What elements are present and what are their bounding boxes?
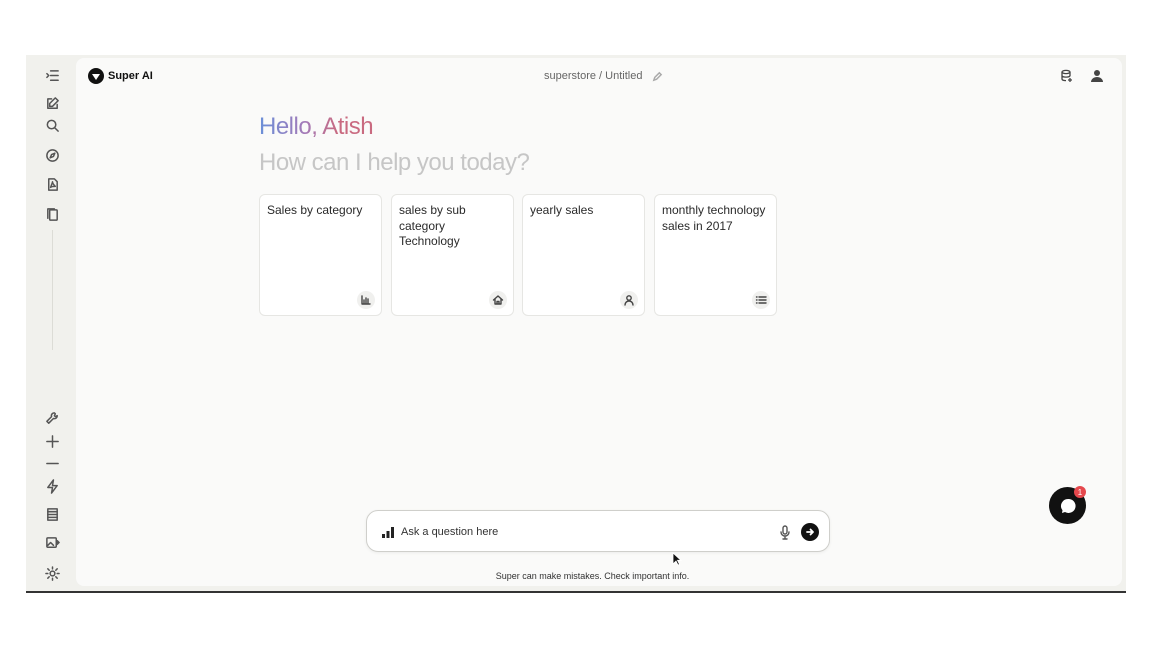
suggestion-label: yearly sales	[530, 203, 594, 217]
suggestion-card[interactable]: monthly technology sales in 2017	[654, 194, 777, 316]
sidebar-rail	[26, 55, 76, 591]
disclaimer-text: Super can make mistakes. Check important…	[495, 571, 690, 581]
sidebar-divider	[52, 230, 53, 350]
suggestion-label: Sales by category	[267, 203, 363, 217]
main-panel: Super AI superstore / Untitled Hello, At…	[76, 58, 1122, 586]
pdf-file-icon[interactable]	[43, 175, 61, 193]
image-export-icon[interactable]	[43, 533, 61, 551]
app-logo[interactable]: Super AI	[88, 68, 153, 84]
suggestion-card[interactable]: sales by sub category Technology	[391, 194, 514, 316]
breadcrumb-text: superstore / Untitled	[544, 70, 643, 82]
copy-icon[interactable]	[43, 205, 61, 223]
wrench-icon[interactable]	[43, 409, 61, 427]
plus-icon[interactable]	[43, 432, 61, 450]
microphone-icon	[780, 524, 790, 540]
microphone-button[interactable]	[777, 523, 793, 541]
suggestion-card[interactable]: Sales by category	[259, 194, 382, 316]
ask-question-input[interactable]	[401, 521, 771, 543]
app-name: Super AI	[108, 70, 153, 82]
ask-bar	[366, 510, 830, 552]
logo-mark-icon	[88, 68, 104, 84]
breadcrumb[interactable]: superstore / Untitled	[544, 70, 663, 82]
person-icon	[620, 291, 638, 309]
database-add-icon[interactable]	[1059, 68, 1075, 84]
suggestion-label: sales by sub category Technology	[399, 203, 466, 248]
table-icon[interactable]	[43, 505, 61, 523]
suggestion-label: monthly technology sales in 2017	[662, 203, 766, 233]
mouse-cursor-icon	[672, 552, 682, 566]
list-icon	[752, 291, 770, 309]
search-icon[interactable]	[43, 116, 61, 134]
explore-icon[interactable]	[43, 146, 61, 164]
home-icon	[489, 291, 507, 309]
new-chat-icon[interactable]	[43, 94, 61, 112]
notification-badge: 1	[1074, 486, 1086, 498]
edit-pencil-icon[interactable]	[652, 71, 663, 82]
chat-bubble-icon	[1060, 498, 1076, 513]
collapse-sidebar-icon[interactable]	[43, 66, 61, 84]
minus-icon[interactable]	[43, 454, 61, 472]
settings-icon[interactable]	[43, 564, 61, 582]
bar-chart-icon	[357, 291, 375, 309]
user-profile-icon[interactable]	[1089, 68, 1105, 84]
arrow-right-icon	[806, 528, 814, 536]
signal-bars-icon	[382, 527, 394, 538]
greeting-heading: Hello, Atish	[259, 113, 374, 140]
app-window: Super AI superstore / Untitled Hello, At…	[26, 55, 1126, 593]
help-subheading: How can I help you today?	[259, 149, 530, 176]
lightning-icon[interactable]	[43, 477, 61, 495]
send-button[interactable]	[801, 523, 819, 541]
suggestion-card[interactable]: yearly sales	[522, 194, 645, 316]
